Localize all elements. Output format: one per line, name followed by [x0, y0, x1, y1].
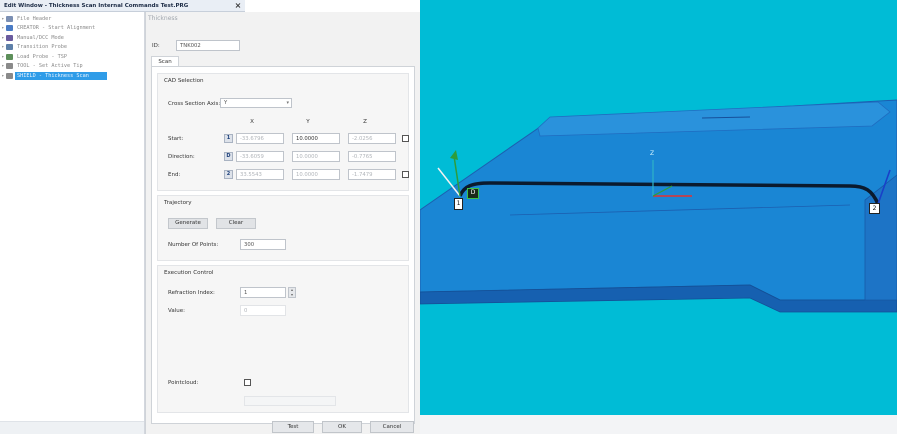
pointcloud-checkbox[interactable]	[244, 379, 251, 386]
start-checkbox[interactable]	[402, 135, 409, 142]
end-z-input[interactable]: -1.7479	[348, 169, 396, 180]
execution-control-group: Execution Control Refraction Index: 1 ▴ ▾…	[157, 265, 409, 413]
thickness-dialog: Thickness ID: TNK002 Scan CAD Selection …	[145, 12, 420, 434]
pick-direction-button[interactable]: D	[224, 152, 233, 161]
value-label: Value:	[168, 308, 185, 314]
tree-status-strip	[0, 421, 144, 434]
tree-item-label: TOOL - Set Active Tip	[17, 63, 83, 70]
refraction-index-spinner[interactable]: ▴ ▾	[288, 287, 296, 298]
direction-y-input[interactable]: 10.0000	[292, 151, 340, 162]
window-titlebar: Edit Window - Thickness Scan Internal Co…	[0, 0, 245, 12]
direction-z-input[interactable]: -0.7765	[348, 151, 396, 162]
cross-section-axis-label: Cross Section Axis:	[168, 101, 221, 107]
end-x-input[interactable]: 33.5543	[236, 169, 284, 180]
start-y-input[interactable]: 10.0000	[292, 133, 340, 144]
load-probe-icon	[6, 53, 13, 60]
mode-icon	[6, 34, 13, 41]
number-of-points-input[interactable]: 300	[240, 239, 286, 250]
test-button[interactable]: Test	[272, 421, 314, 433]
cancel-button[interactable]: Cancel	[370, 421, 414, 433]
z-axis-label: Z	[650, 150, 655, 157]
pointcloud-label: Pointcloud:	[168, 380, 199, 386]
tree-item-label: SHIELD - Thickness Scan	[15, 71, 107, 80]
window-title: Edit Window - Thickness Scan Internal Co…	[4, 2, 189, 9]
direction-label: Direction:	[168, 154, 195, 160]
end-label: End:	[168, 172, 181, 178]
value-input[interactable]: 0	[240, 305, 286, 316]
scan-panel: CAD Selection Cross Section Axis: Y ▾ X …	[151, 66, 415, 424]
tree-item-file-header[interactable]: ▸ File Header	[0, 14, 144, 24]
tree-item-mode[interactable]: ▸ Manual/DCC Mode	[0, 33, 144, 43]
tree-item-label: CREATOR - Start Alignment	[17, 25, 96, 32]
tool-icon	[6, 63, 13, 70]
direction-x-input[interactable]: -33.6059	[236, 151, 284, 162]
tree-item-label: Load Probe - TSP	[17, 53, 67, 60]
trajectory-group: Trajectory Generate Clear Number Of Poin…	[157, 195, 409, 261]
refraction-index-input[interactable]: 1	[240, 287, 286, 298]
generate-button[interactable]: Generate	[168, 218, 208, 229]
start-axis-green-head	[450, 150, 458, 160]
end-y-input[interactable]: 10.0000	[292, 169, 340, 180]
chevron-down-icon: ▾	[286, 100, 289, 106]
probe-icon	[6, 44, 13, 51]
header-y: Y	[306, 119, 310, 125]
tree-item-label: Manual/DCC Mode	[17, 34, 64, 41]
header-z: Z	[363, 119, 367, 125]
cad-model-view	[420, 99, 897, 313]
cad-selection-group: CAD Selection Cross Section Axis: Y ▾ X …	[157, 73, 409, 191]
direction-marker[interactable]: D	[467, 188, 479, 199]
start-label: Start:	[168, 136, 184, 142]
start-x-input[interactable]: -33.6796	[236, 133, 284, 144]
trajectory-title: Trajectory	[164, 200, 192, 206]
id-label: ID:	[152, 42, 160, 49]
ok-button[interactable]: OK	[322, 421, 362, 433]
tree-item-label: File Header	[17, 15, 52, 22]
dialog-title: Thickness	[148, 15, 178, 22]
tree-item-tool[interactable]: ▸ TOOL - Set Active Tip	[0, 62, 144, 72]
id-row: ID: TNK002	[152, 40, 240, 51]
alignment-icon	[6, 25, 13, 32]
id-input[interactable]: TNK002	[176, 40, 240, 51]
pick-end-button[interactable]: 2	[224, 170, 233, 179]
tree-item-transition-probe[interactable]: ▸ Transition Probe	[0, 43, 144, 53]
close-icon[interactable]: ×	[231, 1, 245, 11]
file-header-icon	[6, 15, 13, 22]
viewport-status-strip	[420, 415, 897, 434]
cad-selection-title: CAD Selection	[164, 78, 204, 84]
start-marker[interactable]: 1	[454, 198, 463, 210]
clear-button[interactable]: Clear	[216, 218, 256, 229]
pick-start-button[interactable]: 1	[224, 134, 233, 143]
cad-viewport[interactable]: Z 1 D 2	[420, 0, 897, 415]
header-x: X	[250, 119, 254, 125]
number-of-points-label: Number Of Points:	[168, 242, 219, 248]
tree-item-alignment[interactable]: ▸ CREATOR - Start Alignment	[0, 24, 144, 34]
program-tree: ▸ File Header ▸ CREATOR - Start Alignmen…	[0, 12, 145, 434]
cross-section-axis-select[interactable]: Y ▾	[220, 98, 292, 108]
tree-item-thickness-scan[interactable]: ▸ SHIELD - Thickness Scan	[0, 71, 144, 81]
refraction-index-label: Refraction Index:	[168, 290, 215, 296]
end-marker[interactable]: 2	[869, 203, 880, 214]
tree-item-load-probe[interactable]: ▸ Load Probe - TSP	[0, 52, 144, 62]
tree-item-label: Transition Probe	[17, 44, 67, 51]
execution-control-title: Execution Control	[164, 270, 214, 276]
end-checkbox[interactable]	[402, 171, 409, 178]
cross-section-axis-value: Y	[224, 100, 228, 106]
pointcloud-select[interactable]	[244, 396, 336, 406]
start-z-input[interactable]: -2.0256	[348, 133, 396, 144]
thickness-scan-icon	[6, 72, 13, 79]
